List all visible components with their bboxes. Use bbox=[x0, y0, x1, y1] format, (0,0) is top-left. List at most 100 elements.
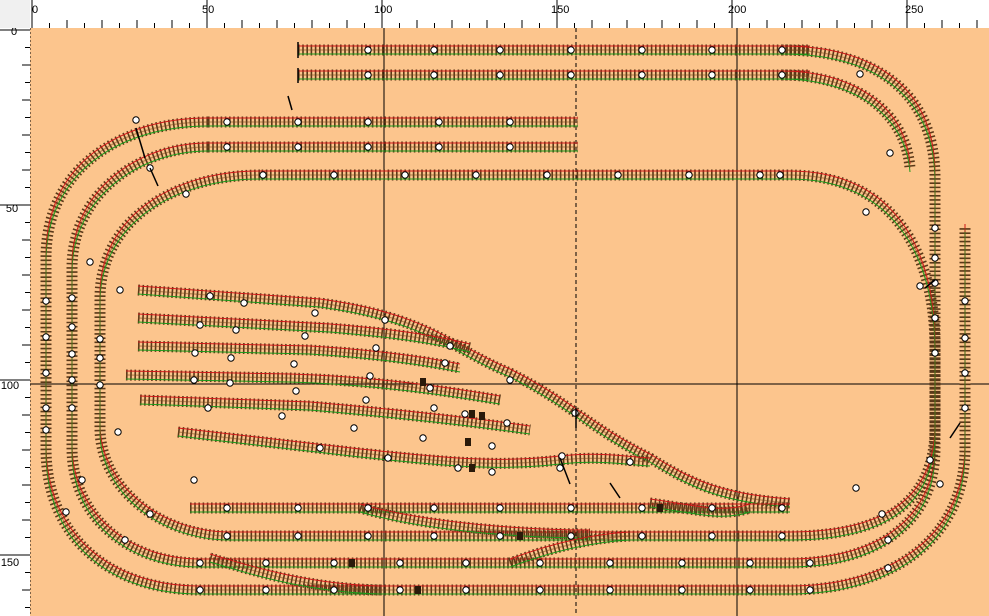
connector-node[interactable] bbox=[196, 559, 204, 567]
connector-node[interactable] bbox=[462, 559, 470, 567]
connector-node[interactable] bbox=[878, 510, 886, 518]
connector-node[interactable] bbox=[96, 354, 104, 362]
connector-node[interactable] bbox=[626, 458, 634, 466]
connector-node[interactable] bbox=[571, 409, 579, 417]
connector-node[interactable] bbox=[961, 369, 969, 377]
connector-node[interactable] bbox=[961, 404, 969, 412]
turnout-marker[interactable] bbox=[465, 438, 471, 446]
connector-node[interactable] bbox=[678, 586, 686, 594]
connector-node[interactable] bbox=[223, 118, 231, 126]
connector-node[interactable] bbox=[294, 118, 302, 126]
connector-node[interactable] bbox=[366, 372, 374, 380]
connector-node[interactable] bbox=[926, 456, 934, 464]
connector-node[interactable] bbox=[488, 468, 496, 476]
connector-node[interactable] bbox=[278, 412, 286, 420]
connector-node[interactable] bbox=[776, 171, 784, 179]
connector-node[interactable] bbox=[430, 504, 438, 512]
connector-node[interactable] bbox=[756, 171, 764, 179]
connector-node[interactable] bbox=[567, 532, 575, 540]
connector-node[interactable] bbox=[430, 404, 438, 412]
connector-node[interactable] bbox=[381, 316, 389, 324]
connector-node[interactable] bbox=[886, 149, 894, 157]
connector-node[interactable] bbox=[884, 536, 892, 544]
turnout-marker[interactable] bbox=[469, 464, 475, 472]
connector-node[interactable] bbox=[78, 476, 86, 484]
connector-node[interactable] bbox=[132, 116, 140, 124]
connector-node[interactable] bbox=[401, 171, 409, 179]
connector-node[interactable] bbox=[931, 254, 939, 262]
connector-node[interactable] bbox=[567, 71, 575, 79]
connector-node[interactable] bbox=[884, 564, 892, 572]
connector-node[interactable] bbox=[227, 354, 235, 362]
connector-node[interactable] bbox=[567, 46, 575, 54]
connector-node[interactable] bbox=[294, 143, 302, 151]
connector-node[interactable] bbox=[68, 350, 76, 358]
connector-node[interactable] bbox=[852, 484, 860, 492]
track-inner-loop[interactable] bbox=[94, 169, 941, 542]
connector-node[interactable] bbox=[223, 504, 231, 512]
connector-node[interactable] bbox=[146, 510, 154, 518]
connector-node[interactable] bbox=[259, 171, 267, 179]
connector-node[interactable] bbox=[294, 532, 302, 540]
connector-node[interactable] bbox=[68, 323, 76, 331]
connector-node[interactable] bbox=[240, 299, 248, 307]
connector-node[interactable] bbox=[778, 532, 786, 540]
track-yard-5[interactable] bbox=[177, 426, 651, 469]
connector-node[interactable] bbox=[543, 171, 551, 179]
connector-node[interactable] bbox=[301, 332, 309, 340]
connector-node[interactable] bbox=[350, 424, 358, 432]
turnout-marker[interactable] bbox=[517, 532, 523, 540]
connector-node[interactable] bbox=[806, 586, 814, 594]
connector-node[interactable] bbox=[223, 532, 231, 540]
connector-node[interactable] bbox=[856, 70, 864, 78]
connector-node[interactable] bbox=[206, 292, 214, 300]
connector-node[interactable] bbox=[446, 342, 454, 350]
connector-node[interactable] bbox=[931, 224, 939, 232]
connector-node[interactable] bbox=[708, 504, 716, 512]
connector-node[interactable] bbox=[384, 454, 392, 462]
connector-node[interactable] bbox=[503, 419, 511, 427]
connector-node[interactable] bbox=[196, 586, 204, 594]
connector-node[interactable] bbox=[294, 504, 302, 512]
connector-node[interactable] bbox=[638, 71, 646, 79]
connector-node[interactable] bbox=[936, 480, 944, 488]
connector-node[interactable] bbox=[638, 46, 646, 54]
connector-node[interactable] bbox=[204, 404, 212, 412]
connector-node[interactable] bbox=[292, 387, 300, 395]
turnout-marker[interactable] bbox=[657, 504, 663, 512]
connector-node[interactable] bbox=[931, 314, 939, 322]
connector-node[interactable] bbox=[362, 396, 370, 404]
connector-node[interactable] bbox=[461, 410, 469, 418]
connector-node[interactable] bbox=[746, 559, 754, 567]
connector-node[interactable] bbox=[262, 559, 270, 567]
connector-node[interactable] bbox=[68, 376, 76, 384]
connector-node[interactable] bbox=[190, 476, 198, 484]
connector-node[interactable] bbox=[496, 46, 504, 54]
connector-node[interactable] bbox=[862, 208, 870, 216]
connector-node[interactable] bbox=[116, 286, 124, 294]
connector-node[interactable] bbox=[430, 71, 438, 79]
connector-node[interactable] bbox=[708, 71, 716, 79]
connector-node[interactable] bbox=[435, 118, 443, 126]
connector-node[interactable] bbox=[96, 335, 104, 343]
connector-node[interactable] bbox=[330, 586, 338, 594]
connector-node[interactable] bbox=[182, 190, 190, 198]
connector-node[interactable] bbox=[364, 504, 372, 512]
turnout-marker[interactable] bbox=[415, 586, 421, 594]
connector-node[interactable] bbox=[567, 504, 575, 512]
connector-node[interactable] bbox=[746, 586, 754, 594]
connector-node[interactable] bbox=[606, 586, 614, 594]
track-group[interactable] bbox=[40, 44, 971, 596]
track-second-loop[interactable] bbox=[66, 141, 941, 569]
connector-node[interactable] bbox=[430, 532, 438, 540]
connector-node[interactable] bbox=[488, 442, 496, 450]
turnout-marker[interactable] bbox=[349, 559, 355, 567]
connector-node[interactable] bbox=[685, 171, 693, 179]
connector-node[interactable] bbox=[364, 118, 372, 126]
connector-node[interactable] bbox=[419, 434, 427, 442]
connector-node[interactable] bbox=[638, 532, 646, 540]
connector-node[interactable] bbox=[226, 379, 234, 387]
connector-node[interactable] bbox=[606, 559, 614, 567]
track-upper-siding-1[interactable] bbox=[208, 116, 578, 128]
connector-node[interactable] bbox=[42, 333, 50, 341]
